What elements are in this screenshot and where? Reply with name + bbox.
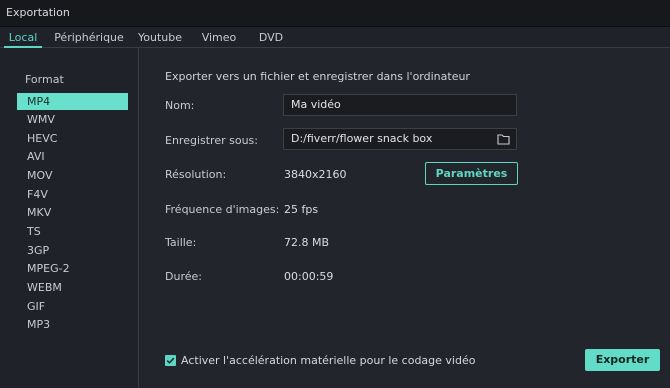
name-input[interactable]: Ma vidéo <box>283 94 517 116</box>
format-item-mkv[interactable]: MKV <box>17 204 128 221</box>
duration-label: Durée: <box>165 270 202 283</box>
format-sidebar: Format MP4 WMV HEVC AVI MOV F4V MKV TS 3… <box>0 48 139 388</box>
tab-vimeo[interactable]: Vimeo <box>199 27 239 48</box>
hw-acceleration-checkbox[interactable] <box>165 355 176 366</box>
section-title: Exporter vers un fichier et enregistrer … <box>165 70 470 83</box>
export-button[interactable]: Exporter <box>585 349 660 371</box>
format-item-mov[interactable]: MOV <box>17 167 128 184</box>
file-size-value: 72.8 MB <box>284 236 330 249</box>
save-location-label: Enregistrer sous: <box>165 134 258 147</box>
frame-rate-value: 25 fps <box>284 203 319 216</box>
tab-dvd[interactable]: DVD <box>253 27 289 48</box>
frame-rate-label: Fréquence d'images: <box>165 203 280 216</box>
save-location-input[interactable]: D:/fiverr/flower snack box <box>283 128 517 150</box>
format-item-ts[interactable]: TS <box>17 223 128 240</box>
file-size-label: Taille: <box>165 236 197 249</box>
name-label: Nom: <box>165 99 195 112</box>
tab-peripherique[interactable]: Périphérique <box>54 27 124 48</box>
format-item-3gp[interactable]: 3GP <box>17 242 128 259</box>
format-heading: Format <box>25 73 64 86</box>
format-item-hevc[interactable]: HEVC <box>17 130 128 147</box>
window-title: Exportation <box>6 6 70 19</box>
format-item-f4v[interactable]: F4V <box>17 186 128 203</box>
resolution-label: Résolution: <box>165 168 227 181</box>
format-item-gif[interactable]: GIF <box>17 298 128 315</box>
tab-bar: Local Périphérique Youtube Vimeo DVD <box>0 27 670 48</box>
format-item-wmv[interactable]: WMV <box>17 111 128 128</box>
format-item-avi[interactable]: AVI <box>17 148 128 165</box>
settings-button[interactable]: Paramètres <box>425 162 518 185</box>
resolution-value: 3840x2160 <box>284 168 347 181</box>
tab-local[interactable]: Local <box>4 27 42 48</box>
window-titlebar: Exportation <box>0 0 670 27</box>
checkmark-icon <box>166 357 175 364</box>
format-item-mp3[interactable]: MP3 <box>17 316 128 333</box>
folder-icon[interactable] <box>497 133 510 145</box>
duration-value: 00:00:59 <box>284 270 334 283</box>
format-item-mpeg2[interactable]: MPEG-2 <box>17 260 128 277</box>
format-item-webm[interactable]: WEBM <box>17 279 128 296</box>
save-location-value: D:/fiverr/flower snack box <box>291 132 433 145</box>
tab-youtube[interactable]: Youtube <box>136 27 184 48</box>
format-item-mp4[interactable]: MP4 <box>17 93 128 110</box>
hw-acceleration-label: Activer l'accélération matérielle pour l… <box>181 354 476 367</box>
export-settings-panel: Exporter vers un fichier et enregistrer … <box>140 48 670 388</box>
